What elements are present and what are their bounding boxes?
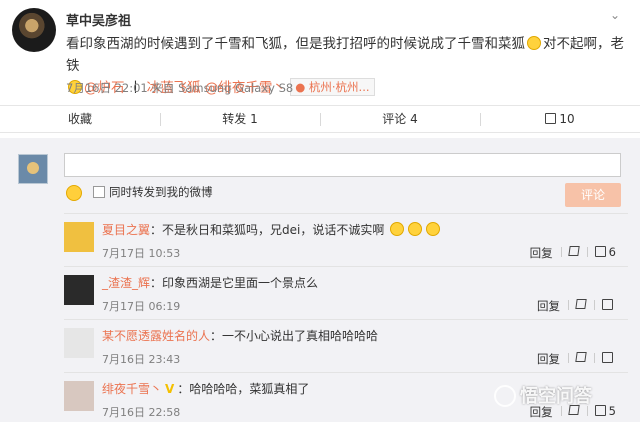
commenter-avatar[interactable]	[64, 381, 94, 411]
comment-ops: 回复	[529, 298, 624, 314]
share-icon[interactable]	[560, 245, 587, 261]
comment-like-button[interactable]: 5	[586, 404, 624, 420]
like-button[interactable]: 10	[480, 106, 640, 132]
author-name[interactable]: 草中吴彦祖	[66, 10, 131, 29]
doge-emoji-icon	[408, 222, 423, 236]
reply-button[interactable]: 回复	[529, 351, 568, 367]
comment-text: ：不是秋日和菜狐吗，兄dei，说话不诚实啊	[150, 223, 385, 237]
also-repost-label: 同时转发到我的微博	[109, 185, 213, 199]
my-avatar[interactable]	[18, 154, 48, 184]
comment-ops: 回复	[529, 351, 624, 367]
thumbs-up-icon	[594, 246, 606, 257]
commenter-avatar[interactable]	[64, 275, 94, 305]
action-bar: 收藏 转发 1 评论 4 10	[0, 105, 640, 133]
comment-text: ：印象西湖是它里面一个景点么	[150, 276, 319, 290]
share-icon[interactable]	[568, 298, 594, 314]
comment-text: ：哈哈哈哈，菜狐真相了	[177, 382, 310, 396]
repost-button[interactable]: 转发 1	[160, 106, 320, 132]
comment-item: 夏目之翼：不是秋日和菜狐吗，兄dei，说话不诚实啊 7月17日 10:53 回复…	[64, 213, 628, 267]
commenter-avatar[interactable]	[64, 328, 94, 358]
comment-text: ：一不小心说出了真相哈哈哈哈	[210, 329, 379, 343]
comment-section: 同时转发到我的微博 评论 夏目之翼：不是秋日和菜狐吗，兄dei，说话不诚实啊 7…	[0, 138, 640, 422]
comment-time: 7月17日 10:53	[102, 247, 181, 260]
doge-emoji-icon	[426, 222, 441, 236]
reply-button[interactable]: 回复	[522, 245, 561, 261]
wukong-logo-icon	[494, 385, 516, 407]
comment-time: 7月17日 06:19	[102, 300, 181, 313]
reply-button[interactable]: 回复	[529, 298, 568, 314]
also-repost-checkbox[interactable]	[93, 186, 105, 198]
post-source: Samsung Galaxy S8	[178, 81, 294, 95]
comment-input[interactable]	[64, 153, 621, 177]
source-prefix: 来自	[151, 81, 175, 95]
submit-comment-button[interactable]: 评论	[565, 183, 621, 207]
commenter-name[interactable]: 某不愿透露姓名的人	[102, 329, 210, 343]
commenter-name[interactable]: _渣渣_辉	[102, 276, 150, 290]
comment-time: 7月16日 23:43	[102, 353, 181, 366]
comment-time: 7月16日 22:58	[102, 406, 181, 419]
watermark-logo: 悟空问答	[494, 382, 592, 408]
chevron-down-icon[interactable]: ⌄	[610, 8, 626, 22]
comment-ops: 回复 6	[522, 245, 624, 261]
thumbs-up-icon	[545, 113, 557, 124]
commenter-name[interactable]: 绯夜千雪丶	[102, 382, 162, 396]
post-time[interactable]: 7月16日 22:01	[66, 81, 148, 95]
thumbs-up-icon	[602, 299, 613, 310]
doge-emoji-icon	[390, 222, 405, 236]
weibo-post: 草中吴彦祖 ⌄ 看印象西湖的时候遇到了千雪和飞狐，但是我打招呼的时候说成了千雪和…	[0, 0, 640, 133]
post-text-1: 看印象西湖的时候遇到了千雪和飞狐，但是我打招呼的时候说成了千雪和菜狐	[66, 36, 525, 52]
comment-item: 某不愿透露姓名的人：一不小心说出了真相哈哈哈哈 7月16日 23:43 回复	[64, 319, 628, 373]
laugh-cry-emoji-icon	[527, 36, 541, 50]
comment-like-button[interactable]	[594, 351, 624, 367]
thumbs-up-icon	[602, 352, 613, 363]
comment-like-button[interactable]	[594, 298, 624, 314]
commenter-avatar[interactable]	[64, 222, 94, 252]
comment-item: _渣渣_辉：印象西湖是它里面一个景点么 7月17日 06:19 回复	[64, 266, 628, 320]
verified-v-icon: V	[165, 382, 175, 396]
favorite-button[interactable]: 收藏	[0, 106, 160, 132]
post-meta: 7月16日 22:01 来自 Samsung Galaxy S8	[66, 80, 293, 96]
thumbs-up-icon	[594, 405, 606, 416]
comment-button[interactable]: 评论 4	[320, 106, 480, 132]
commenter-name[interactable]: 夏目之翼	[102, 223, 150, 237]
comment-like-button[interactable]: 6	[586, 245, 624, 261]
author-avatar[interactable]	[12, 8, 56, 52]
emoji-picker-icon[interactable]	[66, 185, 82, 201]
location-pin-icon: ●	[295, 80, 306, 94]
location-tag[interactable]: ● 杭州·杭州...	[290, 78, 375, 96]
share-icon[interactable]	[568, 351, 594, 367]
